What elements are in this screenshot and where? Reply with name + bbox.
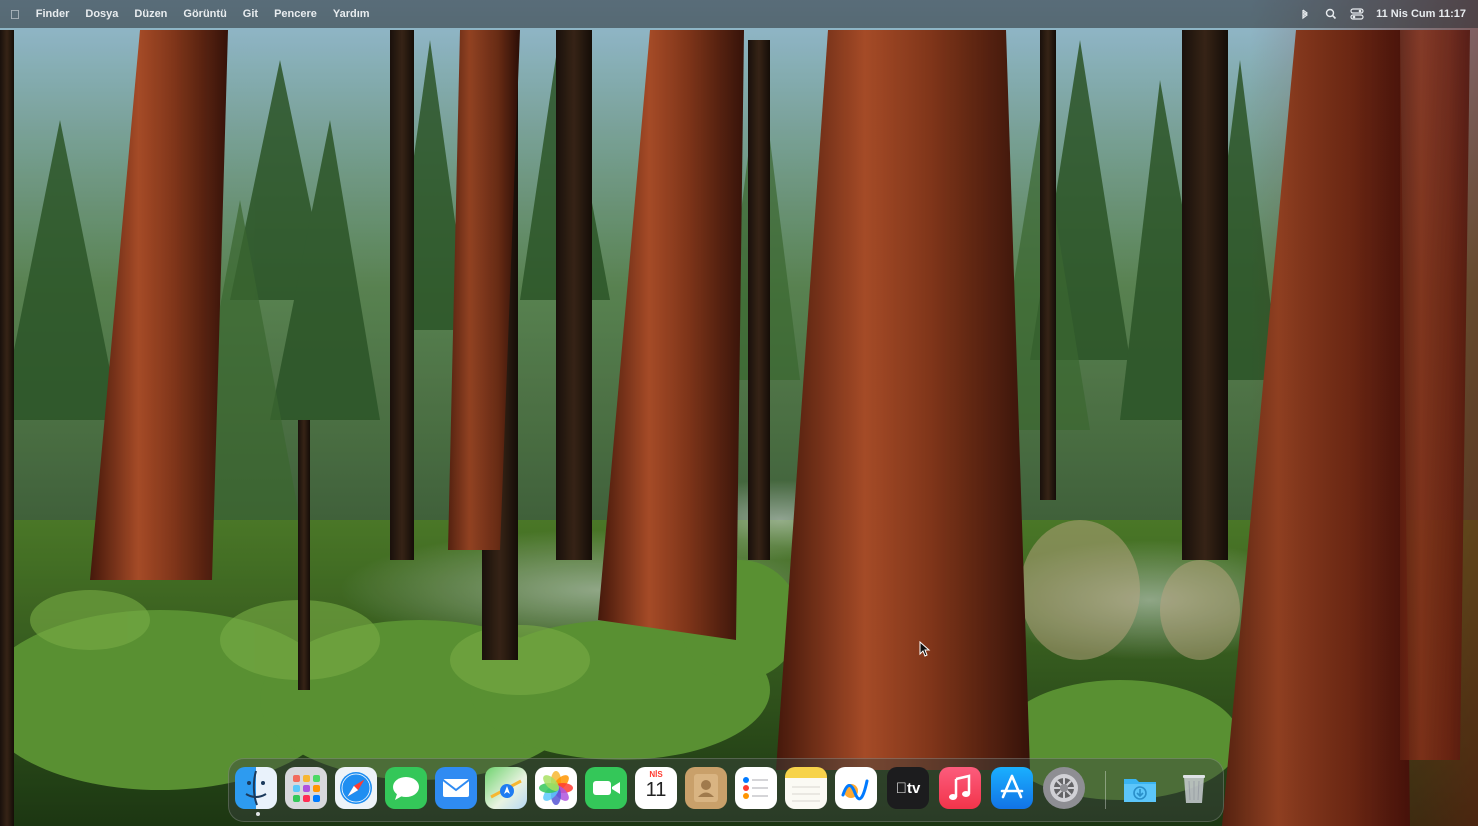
maps-icon[interactable]	[485, 767, 527, 809]
contacts-icon[interactable]	[685, 767, 727, 809]
music-icon[interactable]	[939, 767, 981, 809]
system-settings-icon[interactable]	[1043, 767, 1085, 809]
mail-icon[interactable]	[435, 767, 477, 809]
facetime-icon[interactable]	[585, 767, 627, 809]
freeform-icon[interactable]	[835, 767, 877, 809]
safari-icon[interactable]	[335, 767, 377, 809]
search-icon[interactable]	[1324, 8, 1338, 20]
menu-dosya[interactable]: Dosya	[85, 8, 118, 20]
menu-goruntu[interactable]: Görüntü	[183, 8, 226, 20]
reminders-icon[interactable]	[735, 767, 777, 809]
menu-duzen[interactable]: Düzen	[134, 8, 167, 20]
calendar-icon[interactable]: NİS 11	[635, 767, 677, 809]
menu-git[interactable]: Git	[243, 8, 258, 20]
finder-icon[interactable]	[235, 767, 277, 809]
dock-separator	[1105, 771, 1106, 809]
tv-apple-icon: 	[896, 780, 907, 797]
messages-icon[interactable]	[385, 767, 427, 809]
menu-bar:  Finder Dosya Düzen Görüntü Git Pencere…	[0, 0, 1478, 28]
tv-label: tv	[901, 779, 920, 797]
calendar-day: 11	[645, 779, 667, 801]
trash-icon[interactable]	[1173, 767, 1215, 809]
calendar-month: NİS	[649, 770, 663, 779]
app-store-icon[interactable]	[991, 767, 1033, 809]
running-indicator	[256, 812, 260, 816]
menu-finder[interactable]: Finder	[36, 8, 70, 20]
menu-bar-clock[interactable]: 11 Nis Cum 11:17	[1376, 8, 1466, 20]
desktop:  Finder Dosya Düzen Görüntü Git Pencere…	[0, 0, 1478, 826]
dock: NİS 11 tv	[228, 758, 1224, 822]
wallpaper-sequoia-forest	[0, 0, 1478, 826]
notes-icon[interactable]	[785, 767, 827, 809]
menu-pencere[interactable]: Pencere	[274, 8, 317, 20]
control-center-icon[interactable]	[1350, 8, 1364, 20]
photos-icon[interactable]	[535, 767, 577, 809]
downloads-folder-icon[interactable]	[1119, 767, 1161, 809]
bluetooth-icon[interactable]	[1298, 8, 1312, 20]
apple-menu-icon[interactable]: 	[10, 7, 20, 22]
tv-icon[interactable]: tv	[887, 767, 929, 809]
launchpad-icon[interactable]	[285, 767, 327, 809]
mouse-pointer-icon	[919, 641, 931, 657]
menu-yardim[interactable]: Yardım	[333, 8, 370, 20]
